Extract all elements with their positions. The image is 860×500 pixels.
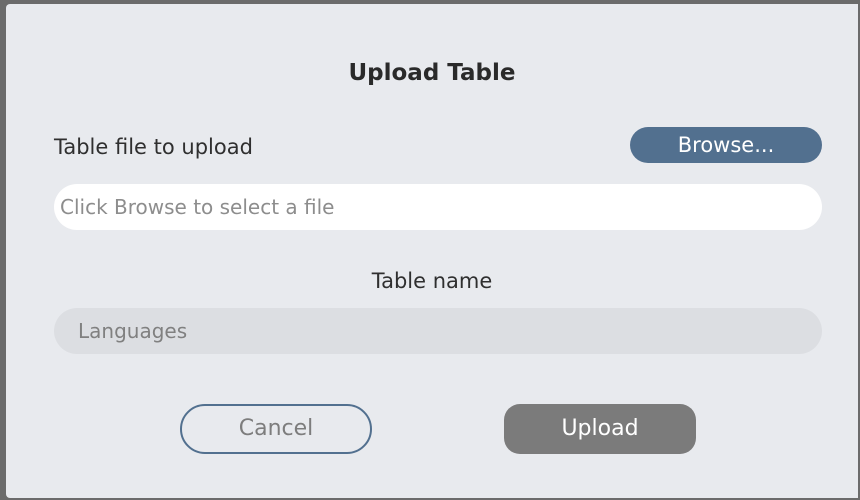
upload-table-dialog: Upload Table Table file to upload Browse… (6, 4, 858, 498)
browse-button[interactable]: Browse... (630, 127, 822, 163)
dialog-title: Upload Table (348, 60, 516, 86)
file-path-field[interactable]: Click Browse to select a file (54, 184, 822, 230)
upload-button[interactable]: Upload (504, 404, 696, 454)
cancel-button[interactable]: Cancel (180, 404, 372, 454)
table-name-label: Table name (371, 269, 493, 293)
table-file-label: Table file to upload (54, 135, 253, 159)
table-name-field[interactable]: Languages (54, 308, 822, 354)
